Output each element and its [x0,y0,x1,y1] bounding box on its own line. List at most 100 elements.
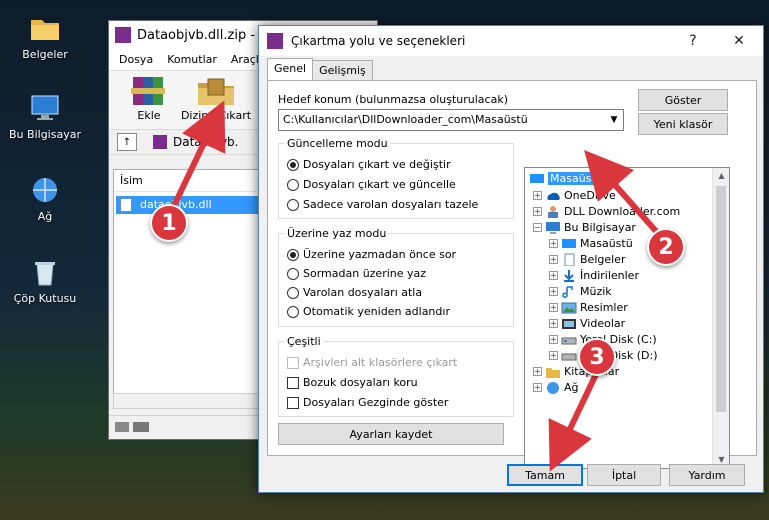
update-mode-title: Güncelleme modu [285,137,390,150]
file-row[interactable]: dataobjvb.dll [116,196,258,214]
radio-icon [287,305,299,318]
overwrite-option-skip[interactable]: Varolan dosyaları atla [287,286,422,299]
expand-icon[interactable]: + [549,318,558,328]
expand-icon[interactable]: + [549,334,558,344]
tree-node-music[interactable]: + Müzik [549,283,612,299]
radio-checked-icon [287,248,299,261]
tree-node-videos[interactable]: + Videolar [549,315,625,331]
file-list-hscroll[interactable] [113,393,261,409]
drive-icon [561,353,577,360]
extract-folder-icon [194,75,238,107]
column-header-name[interactable]: İsim [114,170,260,192]
ok-button[interactable]: Tamam [507,464,583,486]
dialog-title: Çıkartma yolu ve seçenekleri [291,34,466,48]
misc-option-subfolders: Arşivleri alt klasörlere çıkart [287,356,457,369]
desktop-icon-label: Bu Bilgisayar [9,128,81,141]
add-button[interactable]: Ekle [121,75,177,122]
tree-node-onedrive[interactable]: + OneDrive [533,187,616,203]
general-panel: Hedef konum (bulunmazsa oluşturulacak) C… [267,80,757,469]
misc-group: Çeşitli Arşivleri alt klasörlere çıkart … [278,335,514,417]
misc-option-show-in-explorer[interactable]: Dosyaları Gezginde göster [287,396,448,409]
desktop-icon-label: Çöp Kutusu [13,292,77,305]
winrar-title: Dataobjvb.dll.zip - W [137,27,273,43]
step-marker-1: 1 [150,204,188,242]
tree-node-desktop[interactable]: Masaüstü [529,170,605,186]
misc-option-keep-broken[interactable]: Bozuk dosyaları koru [287,376,418,389]
close-button[interactable]: ✕ [721,26,757,56]
desktop-icon [562,238,576,248]
expand-icon[interactable]: + [549,270,558,280]
destination-value: C:\Kullanıcılar\DllDownloader_com\Masaüs… [283,113,528,126]
scroll-thumb[interactable] [716,186,726,412]
radio-icon [287,198,299,211]
overwrite-option-without-prompt[interactable]: Sormadan üzerine yaz [287,267,426,280]
computer-icon [546,221,560,234]
overwrite-option-ask[interactable]: Üzerine yazmadan önce sor [287,248,456,261]
desktop-icon [530,173,544,183]
tree-node-network[interactable]: + Ağ [533,379,579,395]
expand-icon[interactable]: + [533,366,542,376]
step-marker-3: 3 [578,338,616,376]
add-button-label: Ekle [137,109,161,122]
download-icon [564,269,574,282]
address-text: Dataobjvb. [173,135,239,149]
checkbox-icon [287,356,299,369]
computer-icon [29,92,61,124]
extract-to-button[interactable]: Dizine Çıkart [179,75,253,122]
up-folder-button[interactable]: ↑ [117,133,137,151]
expand-icon[interactable]: + [549,350,558,360]
tree-node-pc-desktop[interactable]: + Masaüstü [549,235,633,251]
tree-vscroll[interactable]: ▲ ▼ [712,168,729,468]
desktop-icon-documents[interactable]: Belgeler [6,12,84,61]
help-title-button[interactable]: ? [675,26,711,56]
desktop-icon-this-pc[interactable]: Bu Bilgisayar [6,92,84,141]
user-icon [548,205,558,218]
tab-advanced[interactable]: Gelişmiş [312,60,373,80]
expand-icon[interactable]: + [549,286,558,296]
tree-node-this-pc[interactable]: − Bu Bilgisayar [533,219,636,235]
folder-tree[interactable]: Masaüstü + OneDrive + DLL Downloader.com… [524,167,730,469]
expand-icon[interactable]: + [533,190,542,200]
help-button[interactable]: Yardım [669,464,745,486]
new-folder-button[interactable]: Yeni klasör [638,113,728,135]
expand-icon[interactable]: + [549,238,558,248]
cancel-button[interactable]: İptal [587,464,661,486]
drive-icon [561,337,577,344]
expand-icon[interactable]: + [533,382,542,392]
expand-icon[interactable]: + [549,302,558,312]
folder-icon [546,367,560,378]
tab-general[interactable]: Genel [267,58,314,80]
save-settings-button[interactable]: Ayarları kaydet [278,423,504,445]
radio-icon [287,286,299,299]
overwrite-mode-title: Üzerine yaz modu [285,227,389,240]
update-mode-group: Güncelleme modu Dosyaları çıkart ve deği… [278,137,514,219]
tree-node-user[interactable]: + DLL Downloader.com [533,203,680,219]
tree-node-documents[interactable]: + Belgeler [549,251,625,267]
file-icon [120,198,132,212]
tree-node-downloads[interactable]: + İndirilenler [549,267,639,283]
update-option-update[interactable]: Dosyaları çıkart ve güncelle [287,178,456,191]
expand-icon[interactable]: + [533,206,542,216]
checkbox-icon [287,396,299,409]
desktop-icon-network[interactable]: Ağ [6,174,84,223]
desktop-icon-recycle-bin[interactable]: Çöp Kutusu [6,256,84,305]
update-option-refresh[interactable]: Sadece varolan dosyaları tazele [287,198,478,211]
tree-node-pictures[interactable]: + Resimler [549,299,628,315]
network-icon [547,381,559,394]
menu-commands[interactable]: Komutlar [167,53,217,66]
scroll-up-icon[interactable]: ▲ [713,168,729,184]
menu-file[interactable]: Dosya [119,53,153,66]
show-button[interactable]: Göster [638,89,728,111]
expand-icon[interactable]: + [549,254,558,264]
chevron-down-icon[interactable]: ▼ [605,110,623,130]
collapse-icon[interactable]: − [533,222,542,232]
folder-icon [29,12,61,44]
destination-combo[interactable]: C:\Kullanıcılar\DllDownloader_com\Masaüs… [278,109,624,131]
pictures-icon [561,302,577,313]
step-marker-2: 2 [647,228,685,266]
dialog-app-icon [267,33,283,49]
document-icon [564,253,575,266]
update-option-replace[interactable]: Dosyaları çıkart ve değiştir [287,158,451,171]
overwrite-option-rename[interactable]: Otomatik yeniden adlandır [287,305,450,318]
destination-label: Hedef konum (bulunmazsa oluşturulacak) [278,93,508,106]
